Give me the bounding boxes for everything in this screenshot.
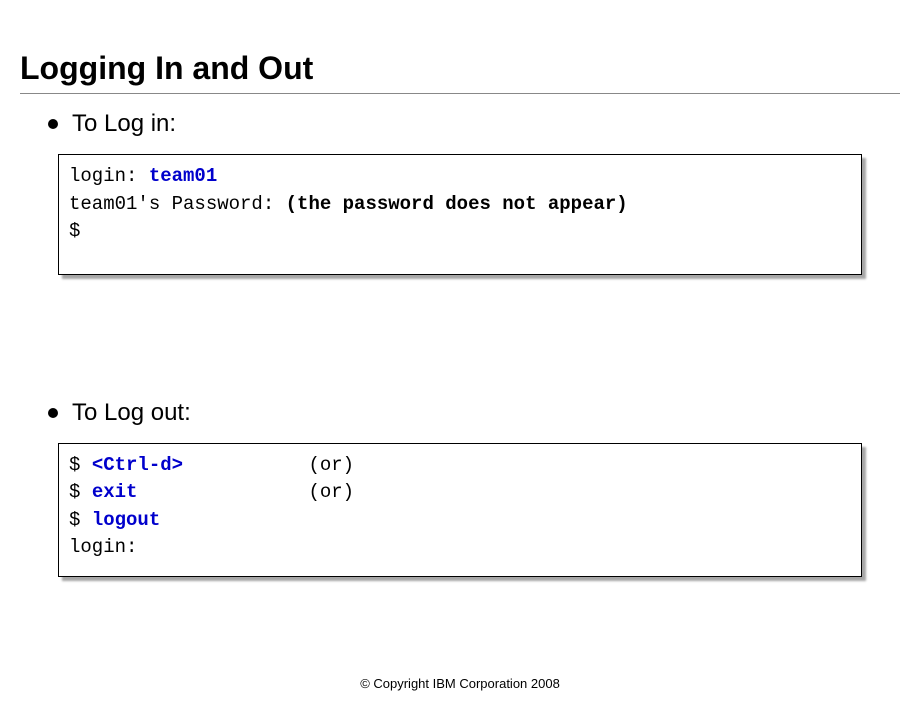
logout-or-2: (or) [137,481,354,503]
terminal-logout: $ <Ctrl-d> (or) $ exit (or) $ logout log… [58,443,862,577]
bullet-logout-text: To Log out: [72,399,191,427]
password-prompt: team01's Password: [69,193,286,215]
login-prompt: login: [69,165,149,187]
bullet-dot-icon [48,408,58,418]
shell-prompt: $ [69,220,80,242]
bullet-login-text: To Log in: [72,110,176,138]
logout-cmd-ctrld: <Ctrl-d> [92,454,183,476]
shell-prompt-2: $ [69,481,92,503]
title-underline [20,93,900,94]
bullet-login: To Log in: [48,110,900,138]
logout-or-1: (or) [183,454,354,476]
logout-cmd-logout: logout [92,509,160,531]
logout-cmd-exit: exit [92,481,138,503]
slide-title: Logging In and Out [20,20,900,87]
login-prompt-after: login: [69,536,137,558]
shell-prompt-3: $ [69,509,92,531]
terminal-login: login: team01 team01's Password: (the pa… [58,154,862,275]
shell-prompt-1: $ [69,454,92,476]
login-username: team01 [149,165,217,187]
bullet-logout: To Log out: [48,399,900,427]
password-note: (the password does not appear) [286,193,628,215]
bullet-dot-icon [48,119,58,129]
copyright-footer: © Copyright IBM Corporation 2008 [0,676,920,691]
